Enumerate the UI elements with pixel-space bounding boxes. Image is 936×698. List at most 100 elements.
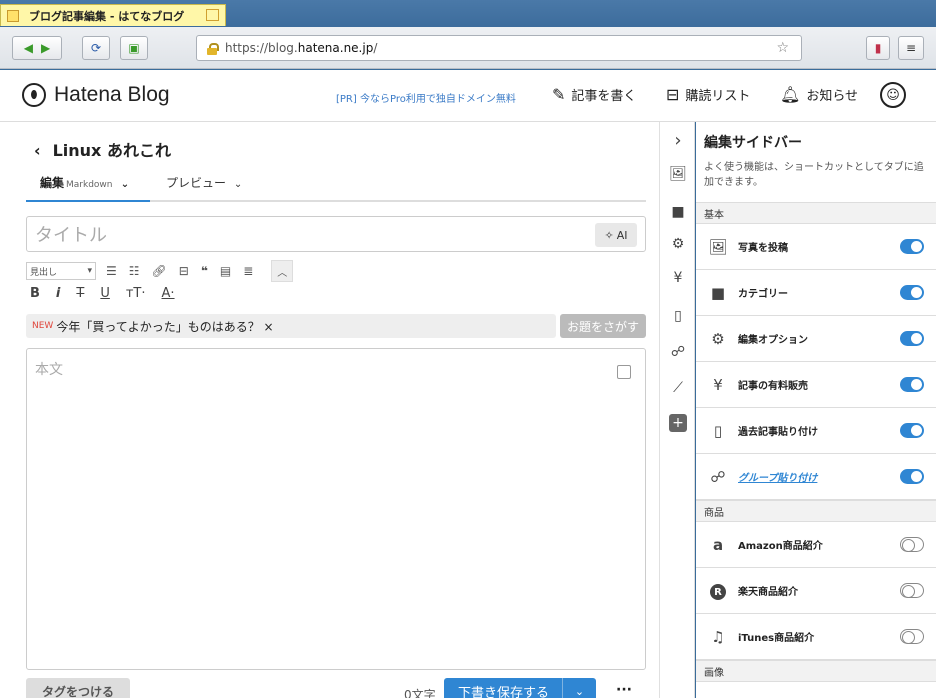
read-more-icon[interactable]: ≣	[243, 264, 253, 278]
forward-icon[interactable]: ▶	[41, 41, 50, 55]
collapse-toolbar-button[interactable]: ︿	[271, 260, 294, 282]
url-bar[interactable]: https://blog. hatena.ne.jp / ☆	[196, 35, 802, 61]
topic-text: 今年「買ってよかった」ものはある？ ×	[56, 319, 274, 334]
rakuten-icon: R	[708, 581, 728, 601]
yen-icon[interactable]: ¥	[668, 268, 688, 288]
toggle-switch[interactable]	[900, 583, 924, 598]
menu-button[interactable]: ≡	[898, 36, 924, 60]
editor-tabs: 編集 Markdown ⌄ プレビュー ⌄	[26, 166, 646, 202]
section-basic: 基本	[696, 202, 936, 224]
reload-button[interactable]: ⟳	[82, 36, 110, 60]
back-icon[interactable]: ◀	[24, 41, 33, 55]
sidebar-item-label: iTunes商品紹介	[738, 633, 815, 644]
sidebar-item-label[interactable]: グループ貼り付け	[738, 469, 817, 484]
italic-icon[interactable]: i	[56, 286, 60, 301]
more-options[interactable]: ···	[616, 682, 632, 698]
text-color-icon[interactable]: A·	[162, 286, 175, 301]
sidebar-item-rakuten[interactable]: R 楽天商品紹介	[696, 568, 936, 614]
chevron-down-icon[interactable]: ⌄	[562, 678, 596, 698]
promo-link[interactable]: [PR] 今ならPro利用で独自ドメイン無料	[336, 90, 516, 105]
home-icon: ▣	[128, 41, 140, 55]
gear-icon: ⚙	[711, 329, 725, 348]
format-toolbar-row1: 見出し ▾ ☰ ☷ 🔗︎ ⊟ ❝ ▤ ≣ ︿	[26, 260, 294, 282]
font-size-icon[interactable]: тT·	[126, 286, 146, 301]
folder-icon[interactable]: ■	[668, 202, 688, 222]
back-to-blog[interactable]: ‹ Linux あれこれ	[34, 137, 171, 161]
underline-icon[interactable]: U	[100, 286, 110, 301]
folder-icon: ■	[710, 283, 726, 302]
maximize-icon[interactable]	[206, 9, 219, 21]
sidebar-item-category[interactable]: ■ カテゴリー	[696, 270, 936, 316]
body-textarea[interactable]: 本文	[26, 348, 646, 670]
add-shortcut-icon[interactable]: +	[669, 414, 687, 432]
ai-button[interactable]: ✧ AI	[595, 223, 637, 247]
bell-icon: 🔔︎	[780, 85, 801, 104]
notifications-label: お知らせ	[806, 89, 859, 104]
chevron-right-icon[interactable]: ›	[668, 130, 688, 151]
toggle-switch[interactable]	[900, 629, 924, 644]
editor-pane: ‹ Linux あれこれ 編集 Markdown ⌄ プレビュー ⌄ タイトル ✧ A…	[0, 122, 659, 698]
heading-select[interactable]: 見出し ▾	[26, 262, 96, 280]
tab-edit[interactable]: 編集 Markdown ⌄	[26, 174, 150, 202]
save-draft-button[interactable]: 下書き保存する ⌄	[444, 678, 596, 698]
lock-icon	[207, 42, 219, 55]
sidebar-item-edit-options[interactable]: ⚙ 編集オプション	[696, 316, 936, 362]
window-tab[interactable]: ブログ記事編集 - はてなブログ	[0, 4, 226, 26]
bookmark-star-icon[interactable]: ☆	[776, 40, 789, 56]
tab-preview[interactable]: プレビュー ⌄	[166, 174, 242, 191]
home-button[interactable]: ▣	[120, 36, 148, 60]
toggle-switch[interactable]	[900, 239, 924, 254]
horizontal-rule-icon[interactable]: ⊟	[179, 264, 189, 278]
bullet-list-icon[interactable]: ☰	[106, 264, 117, 278]
back-forward-buttons[interactable]: ◀ ▶	[12, 36, 62, 60]
sidebar-item-group[interactable]: ☍ グループ貼り付け	[696, 454, 936, 500]
toggle-switch[interactable]	[900, 331, 924, 346]
editor-footer: タグをつける 0文字 下書き保存する ⌄ ···	[26, 678, 646, 698]
topic-suggestion[interactable]: NEW 今年「買ってよかった」ものはある？ ×	[26, 314, 556, 338]
link-icon[interactable]: 🔗︎	[152, 264, 167, 278]
quote-icon[interactable]: ❝	[201, 264, 208, 278]
add-tag-button[interactable]: タグをつける	[26, 678, 130, 698]
url-suffix: /	[373, 41, 378, 55]
toggle-switch[interactable]	[900, 423, 924, 438]
copy-icon[interactable]	[617, 365, 631, 379]
subscriptions-label: 購読リスト	[685, 89, 751, 104]
sidebar-item-label: 記事の有料販売	[738, 381, 808, 392]
sidebar-item-past-articles[interactable]: ▯ 過去記事貼り付け	[696, 408, 936, 454]
tab-preview-label: プレビュー	[166, 176, 227, 190]
sidebar-item-paid-sales[interactable]: ¥ 記事の有料販売	[696, 362, 936, 408]
sidebar-item-label: Amazon商品紹介	[738, 541, 823, 552]
notifications-link[interactable]: 🔔︎ お知らせ	[780, 85, 858, 104]
sidebar-item-amazon[interactable]: a Amazon商品紹介	[696, 522, 936, 568]
sparkle-icon: ✧	[604, 228, 614, 242]
sidebar-item-photo[interactable]: 🖼︎ 写真を投稿	[696, 224, 936, 270]
write-article-link[interactable]: ✎ 記事を書く	[552, 85, 636, 104]
chevron-up-icon: ︿	[277, 267, 288, 279]
toggle-switch[interactable]	[900, 285, 924, 300]
site-header: ⬮ Hatena Blog [PR] 今ならPro利用で独自ドメイン無料 ✎ 記事…	[0, 70, 936, 122]
group-icon[interactable]: ☍	[668, 342, 688, 362]
toggle-switch[interactable]	[900, 469, 924, 484]
bookmarks-button[interactable]: ▮	[866, 36, 890, 60]
photo-icon[interactable]: 🖼︎	[668, 164, 688, 184]
gear-icon[interactable]: ⚙	[668, 234, 688, 254]
sidebar-item-itunes[interactable]: ♫ iTunes商品紹介	[696, 614, 936, 660]
subscriptions-link[interactable]: ⊟ 購読リスト	[666, 85, 750, 104]
browser-toolbar: ◀ ▶ ⟳ ▣ https://blog. hatena.ne.jp / ☆ ▮ ≡	[0, 27, 936, 69]
bookmarks-icon: ▮	[874, 41, 882, 55]
toggle-switch[interactable]	[900, 537, 924, 552]
chevron-down-icon: ⌄	[120, 179, 130, 190]
group-icon: ☍	[710, 467, 726, 486]
title-input[interactable]: タイトル ✧ AI	[26, 216, 646, 252]
bold-icon[interactable]: B	[30, 286, 40, 301]
user-avatar-icon[interactable]: ☺	[880, 82, 906, 108]
table-icon[interactable]: ▤	[220, 264, 231, 278]
document-icon[interactable]: ▯	[668, 306, 688, 326]
toggle-switch[interactable]	[900, 377, 924, 392]
strikethrough-icon[interactable]: T	[76, 286, 84, 301]
find-topic-button[interactable]: お題をさがす	[560, 314, 646, 338]
brush-icon[interactable]: ⟋	[668, 378, 688, 398]
numbered-list-icon[interactable]: ☷	[129, 264, 140, 278]
hatena-logo[interactable]: ⬮ Hatena Blog	[22, 83, 170, 107]
sidebar-shortcut-strip: › 🖼︎ ■ ⚙ ¥ ▯ ☍ ⟋ +	[659, 122, 695, 698]
